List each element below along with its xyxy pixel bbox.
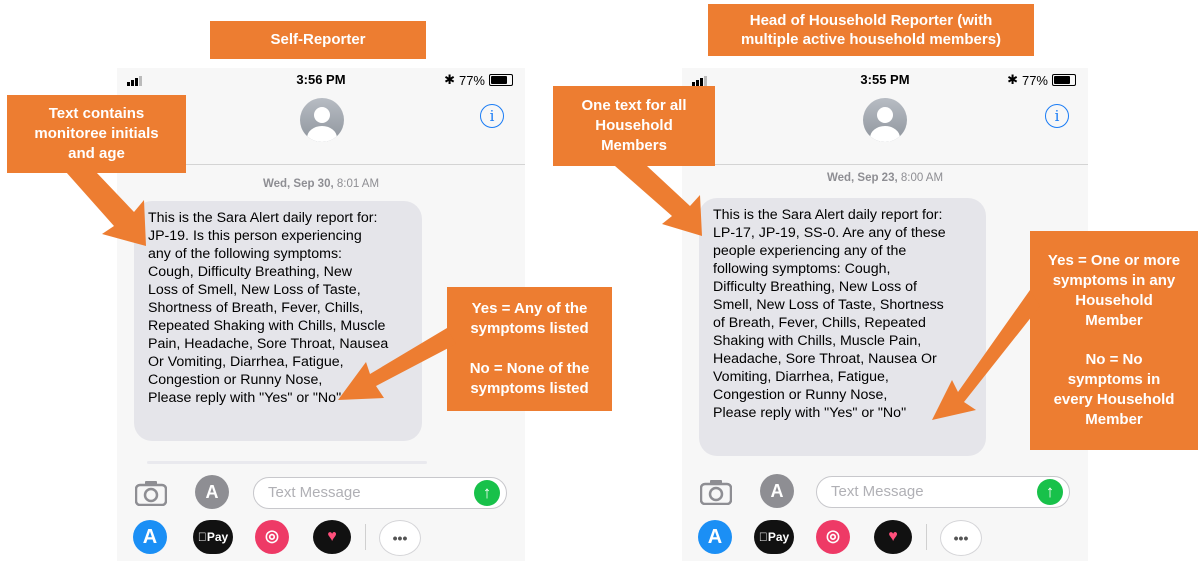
message-bubble: This is the Sara Alert daily report for:…	[134, 201, 422, 441]
send-arrow-icon[interactable]: ↑	[1037, 479, 1063, 505]
header-divider	[682, 164, 1088, 165]
battery-icon	[1052, 74, 1076, 86]
tray-divider	[365, 524, 366, 550]
message-date: Wed, Sep 23, 8:00 AM	[826, 172, 944, 184]
contact-avatar-icon[interactable]	[863, 98, 907, 142]
search-globe-icon[interactable]: ◎	[255, 520, 289, 554]
contact-avatar-icon[interactable]	[300, 98, 344, 142]
battery-icon	[489, 74, 513, 86]
more-icon[interactable]: •••	[379, 520, 421, 556]
text-message-input[interactable]: Text Message	[816, 476, 1070, 508]
heart-sticker-icon[interactable]: ♥	[874, 520, 912, 554]
tray-divider	[926, 524, 927, 550]
app-tray: A Pay ◎ ♥ •••	[682, 518, 1088, 558]
message-date: Wed, Sep 30, 8:01 AM	[262, 178, 380, 190]
battery-percent: 77%	[1021, 72, 1048, 88]
battery-percent: 77%	[458, 72, 485, 88]
compose-row: A Text Message ↑	[682, 472, 1088, 512]
apple-pay-icon[interactable]: Pay	[193, 520, 233, 554]
app-tray: A Pay ◎ ♥ •••	[117, 518, 525, 558]
title-self-reporter: Self-Reporter	[210, 21, 426, 59]
bluetooth-icon: ✱	[1007, 72, 1018, 87]
message-bubble: This is the Sara Alert daily report for:…	[699, 198, 986, 456]
bluetooth-icon: ✱	[444, 72, 455, 87]
app-drawer-button[interactable]: A	[760, 474, 794, 508]
battery-indicator: ✱ 77%	[444, 72, 513, 88]
callout-yes-no-right: Yes = One or more symptoms in any Househ…	[1030, 231, 1198, 450]
callout-initials: Text contains monitoree initials and age	[7, 95, 186, 173]
apple-pay-icon[interactable]: Pay	[754, 520, 794, 554]
app-drawer-button[interactable]: A	[195, 475, 229, 509]
callout-household: One text for all Household Members	[553, 86, 715, 166]
compose-row: A Text Message ↑	[117, 473, 525, 513]
callout-yes-no-left: Yes = Any of the symptoms listed No = No…	[447, 287, 612, 411]
status-bar: 3:56 PM ✱ 77%	[117, 68, 525, 92]
info-icon[interactable]: i	[480, 104, 504, 128]
phone-right: 3:55 PM ✱ 77% i Wed, Sep 23, 8:00 AM Thi…	[682, 68, 1088, 561]
search-globe-icon[interactable]: ◎	[816, 520, 850, 554]
camera-icon[interactable]	[699, 479, 733, 510]
scroll-shadow	[147, 461, 427, 464]
info-icon[interactable]: i	[1045, 104, 1069, 128]
send-arrow-icon[interactable]: ↑	[474, 480, 500, 506]
text-message-input[interactable]: Text Message	[253, 477, 507, 509]
app-store-icon[interactable]: A	[698, 520, 732, 554]
heart-sticker-icon[interactable]: ♥	[313, 520, 351, 554]
status-bar: 3:55 PM ✱ 77%	[682, 68, 1088, 92]
battery-indicator: ✱ 77%	[1007, 72, 1076, 88]
camera-icon[interactable]	[134, 480, 168, 511]
app-store-icon[interactable]: A	[133, 520, 167, 554]
title-head-of-household: Head of Household Reporter (with multipl…	[708, 4, 1034, 56]
more-icon[interactable]: •••	[940, 520, 982, 556]
